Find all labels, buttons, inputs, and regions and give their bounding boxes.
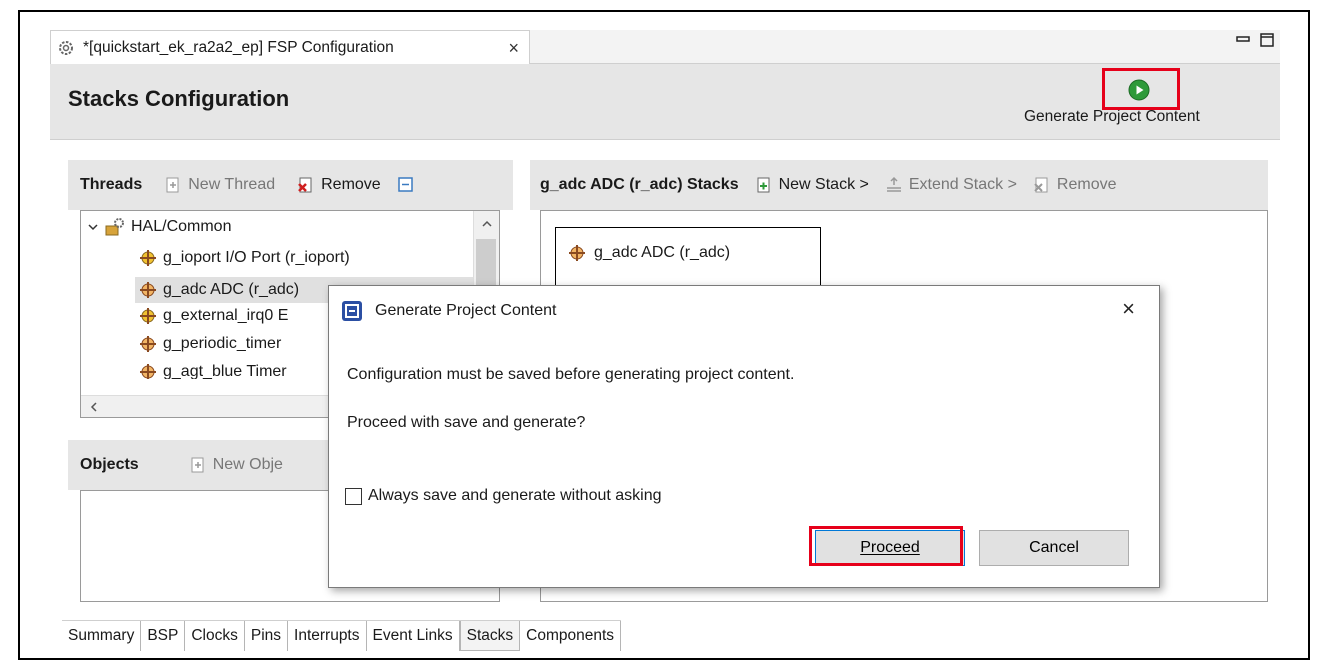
module-orange-icon [140,364,156,379]
dialog-title: Generate Project Content [375,302,557,319]
remove-icon [1034,177,1048,193]
tree-group-hal-common[interactable]: HAL/Common [87,217,231,237]
maximize-icon[interactable] [1260,32,1274,48]
new-object-label: New Obje [212,456,283,473]
remove-label: Remove [321,176,381,193]
tab-components[interactable]: Components [520,621,622,651]
generate-dialog: Generate Project Content × Configuration… [328,285,1160,588]
threads-title: Threads [80,176,143,193]
new-object-button[interactable]: New Obje [189,456,283,474]
new-stack-icon [757,177,770,193]
module-orange-icon [140,282,156,298]
module-yellow-icon [140,250,156,266]
stacks-title: g_adc ADC (r_adc) Stacks [540,176,739,193]
module-orange-icon [569,245,585,261]
checkbox[interactable] [345,487,362,505]
chevron-down-icon[interactable] [87,221,99,233]
new-thread-icon [166,177,179,193]
tab-clocks[interactable]: Clocks [185,621,245,651]
generate-label: Generate Project Content [1024,108,1200,125]
close-icon[interactable]: × [508,38,519,59]
module-orange-icon [140,336,156,352]
threads-toolbar: Threads New Thread Remove [68,160,513,210]
tree-item-label: g_periodic_timer [163,335,282,352]
tree-item-label: g_external_irq0 E [163,307,289,324]
extend-stack-button[interactable]: Extend Stack > [885,176,1017,194]
editor-tab[interactable]: *[quickstart_ek_ra2a2_ep] FSP Configurat… [50,30,530,64]
tab-event-links[interactable]: Event Links [366,621,460,651]
stacks-toolbar: g_adc ADC (r_adc) Stacks New Stack > Ext… [530,160,1268,210]
stacks-config-header: Stacks Configuration Generate Project Co… [50,64,1280,140]
tab-interrupts[interactable]: Interrupts [288,621,367,651]
cancel-button[interactable]: Cancel [979,530,1129,566]
editor-tab-title: *[quickstart_ek_ra2a2_ep] FSP Configurat… [83,38,394,56]
highlight-proceed [809,526,963,566]
tree-item[interactable]: g_ioport I/O Port (r_ioport) [139,249,350,267]
new-thread-label: New Thread [188,176,276,193]
tree-item[interactable]: g_agt_blue Timer [139,363,287,379]
remove-thread-button[interactable]: Remove [297,176,381,194]
editor-tab-bar: *[quickstart_ek_ra2a2_ep] FSP Configurat… [50,30,1280,64]
extend-stack-label: Extend Stack > [908,176,1017,193]
remove-stack-button[interactable]: Remove [1033,176,1117,194]
tree-item[interactable]: g_external_irq0 E [139,307,288,325]
new-object-icon [191,457,204,473]
tab-stacks[interactable]: Stacks [459,621,521,651]
new-stack-label: New Stack > [778,176,869,193]
scroll-left-icon[interactable] [89,401,99,413]
tree-group-label: HAL/Common [131,218,232,235]
bottom-tab-bar: Summary BSP Clocks Pins Interrupts Event… [62,620,622,651]
checkbox-label: Always save and generate without asking [368,487,662,504]
tree-item-label: g_agt_blue Timer [163,363,287,379]
remove-stack-label: Remove [1056,176,1117,193]
close-icon[interactable]: × [1122,296,1135,322]
dialog-question: Proceed with save and generate? [347,414,586,431]
page-title: Stacks Configuration [68,86,290,111]
always-save-checkbox[interactable]: Always save and generate without asking [345,487,662,505]
tree-item[interactable]: g_periodic_timer [139,335,281,353]
new-thread-button[interactable]: New Thread [164,176,275,194]
gear-icon [59,40,73,55]
extend-stack-icon [886,176,901,192]
module-yellow-icon [140,308,156,324]
tab-pins[interactable]: Pins [244,621,289,651]
new-stack-button[interactable]: New Stack > [755,176,869,194]
dialog-title-bar: Generate Project Content [341,300,556,322]
app-icon [342,301,362,321]
minimize-icon[interactable] [1236,34,1250,46]
remove-icon [298,177,312,193]
tree-item-label: g_ioport I/O Port (r_ioport) [163,249,350,266]
tab-bsp[interactable]: BSP [141,621,186,651]
highlight-generate [1102,68,1180,110]
folder-gear-icon [105,218,124,236]
stack-node-label: g_adc ADC (r_adc) [594,244,731,261]
tree-item-label: g_adc ADC (r_adc) [163,281,300,298]
scroll-up-icon[interactable] [481,219,493,229]
collapse-all-icon[interactable] [397,176,415,194]
objects-title: Objects [80,456,139,473]
tab-summary[interactable]: Summary [62,621,142,651]
dialog-message: Configuration must be saved before gener… [347,366,795,383]
